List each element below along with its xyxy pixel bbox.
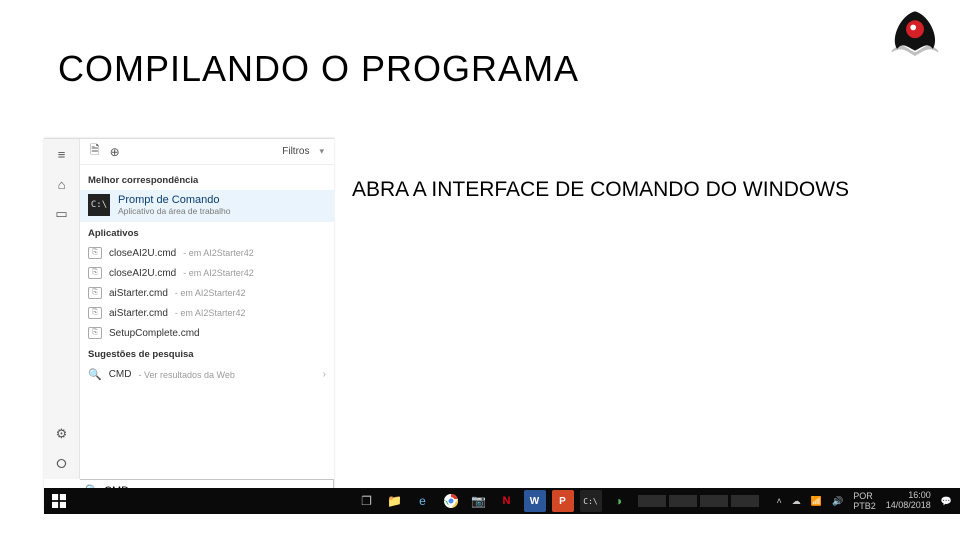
home-icon[interactable]: ⌂: [44, 169, 80, 199]
app-row[interactable]: ⎘ closeAI2U.cmd - em AI2Starter42: [80, 243, 334, 263]
app-source: - em AI2Starter42: [175, 308, 246, 318]
chrome-icon[interactable]: [440, 490, 462, 512]
script-file-icon: ⎘: [88, 307, 102, 319]
script-file-icon: ⎘: [88, 327, 102, 339]
start-button[interactable]: [44, 489, 73, 513]
app-source: - em AI2Starter42: [175, 288, 246, 298]
app-row[interactable]: ⎘ aiStarter.cmd - em AI2Starter42: [80, 283, 334, 303]
app-row[interactable]: ⎘ closeAI2U.cmd - em AI2Starter42: [80, 263, 334, 283]
app-row[interactable]: ⎘ aiStarter.cmd - em AI2Starter42: [80, 303, 334, 323]
mini-window[interactable]: [638, 495, 666, 507]
best-match-row[interactable]: C:\ Prompt de Comando Aplicativo da área…: [80, 190, 334, 222]
app-name: aiStarter.cmd: [109, 308, 168, 319]
best-match-title: Prompt de Comando: [118, 194, 230, 206]
start-left-rail: ≡ ⌂ ▭ ⚙ ⭘: [44, 139, 80, 479]
file-explorer-icon[interactable]: 📁: [384, 490, 406, 512]
task-view-icon[interactable]: ❐: [356, 490, 378, 512]
page-icon[interactable]: 🗎: [90, 141, 100, 162]
web-icon[interactable]: ⊕: [110, 145, 120, 159]
script-file-icon: ⎘: [88, 267, 102, 279]
section-web: Sugestões de pesquisa: [80, 343, 334, 364]
chevron-down-icon[interactable]: ▾: [319, 146, 324, 157]
onedrive-icon[interactable]: ☁: [792, 496, 801, 507]
hamburger-icon[interactable]: ≡: [44, 139, 80, 169]
app-name: closeAI2U.cmd: [109, 248, 176, 259]
taskbar-pinned: ❐ 📁 e 📷 N W P C:\ ◑: [356, 488, 630, 514]
slide-title: COMPILANDO O PROGRAMA: [58, 48, 579, 90]
chevron-right-icon: ›: [323, 369, 326, 380]
mini-window[interactable]: [700, 495, 728, 507]
wifi-icon[interactable]: 📶: [811, 496, 822, 507]
mini-window[interactable]: [731, 495, 759, 507]
app-name: aiStarter.cmd: [109, 288, 168, 299]
tray-chevron-up-icon[interactable]: ˄: [777, 496, 782, 506]
java-duke-logo: [888, 6, 942, 56]
apps-list-icon[interactable]: ▭: [44, 199, 80, 229]
shutdown-icon[interactable]: ⭘: [44, 449, 80, 479]
search-panel-top: 🗎 ⊕ Filtros ▾: [80, 139, 334, 165]
instruction-text: ABRA A INTERFACE DE COMANDO DO WINDOWS: [352, 176, 872, 203]
clock[interactable]: 16:0014/08/2018: [886, 491, 931, 511]
taskbar: ❐ 📁 e 📷 N W P C:\ ◑: [44, 488, 960, 514]
system-tray: ˄ ☁ 📶 🔊 PORPTB2 16:0014/08/2018 💬: [630, 491, 960, 511]
powerpoint-icon[interactable]: P: [552, 490, 574, 512]
app-green-icon[interactable]: ◑: [608, 490, 630, 512]
netflix-icon[interactable]: N: [496, 490, 518, 512]
camera-icon[interactable]: 📷: [468, 490, 490, 512]
section-best-match: Melhor correspondência: [80, 169, 334, 190]
start-search-panel: ≡ ⌂ ▭ ⚙ ⭘ 🗎 ⊕ Filtros ▾ Melhor correspon…: [44, 138, 334, 510]
search-icon: 🔍: [88, 368, 102, 381]
edge-icon[interactable]: e: [412, 490, 434, 512]
filters-label[interactable]: Filtros: [282, 146, 309, 157]
app-name: SetupComplete.cmd: [109, 328, 200, 339]
word-icon[interactable]: W: [524, 490, 546, 512]
volume-icon[interactable]: 🔊: [832, 496, 843, 507]
app-source: - em AI2Starter42: [183, 248, 254, 258]
search-results: Melhor correspondência C:\ Prompt de Com…: [80, 165, 334, 389]
language-indicator[interactable]: PORPTB2: [853, 491, 876, 511]
section-apps: Aplicativos: [80, 222, 334, 243]
web-hint: - Ver resultados da Web: [138, 370, 234, 380]
app-name: closeAI2U.cmd: [109, 268, 176, 279]
windows-logo-icon: [52, 494, 66, 508]
action-center-icon[interactable]: 💬: [941, 496, 952, 507]
web-term: CMD: [109, 369, 132, 380]
best-match-subtitle: Aplicativo da área de trabalho: [118, 206, 230, 216]
app-source: - em AI2Starter42: [183, 268, 254, 278]
mini-window[interactable]: [669, 495, 697, 507]
gear-icon[interactable]: ⚙: [44, 419, 80, 449]
script-file-icon: ⎘: [88, 247, 102, 259]
cmd-taskbar-icon[interactable]: C:\: [580, 490, 602, 512]
web-suggestion-row[interactable]: 🔍 CMD - Ver resultados da Web ›: [80, 364, 334, 385]
app-row[interactable]: ⎘ SetupComplete.cmd: [80, 323, 334, 343]
taskbar-mini-windows: [638, 495, 759, 507]
script-file-icon: ⎘: [88, 287, 102, 299]
cmd-prompt-icon: C:\: [88, 194, 110, 216]
